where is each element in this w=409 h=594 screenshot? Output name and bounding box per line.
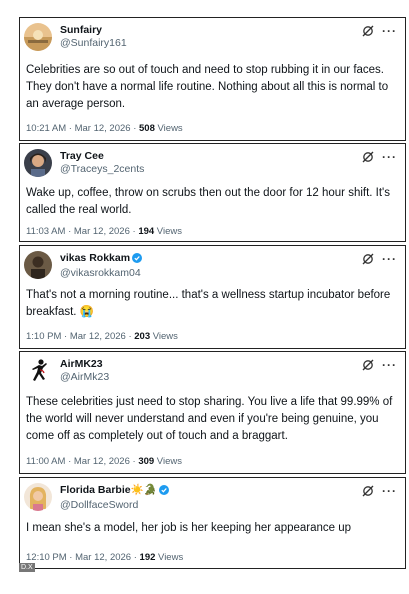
more-options-icon[interactable]: ··· [382,151,397,163]
views-label: Views [154,226,182,237]
tweet-text: Celebrities are so out of touch and need… [26,64,389,110]
avatar[interactable] [24,357,52,385]
display-name[interactable]: AirMK23 [60,358,109,371]
tweet-meta: 10:21 AM · Mar 12, 2026 · 508 Views [26,123,399,135]
tweet-text: That's not a morning routine... that's a… [26,289,391,318]
views-label: Views [154,456,182,467]
reply-card[interactable]: Florida Barbie☀️🐊 @DollfaceSword ··· I m… [19,477,406,569]
tweet-text: I mean she's a model, her job is her kee… [26,522,352,534]
views-label: Views [155,552,184,563]
reply-card[interactable]: Sunfairy @Sunfairy161 ··· Celebrities ar… [19,17,406,141]
more-options-icon[interactable]: ··· [382,359,397,371]
grok-icon[interactable] [362,485,374,497]
view-count: 192 [139,552,156,563]
timestamp[interactable]: 11:00 AM · Mar 12, 2026 · [26,456,138,467]
verified-badge-icon [132,253,143,267]
tweet-meta: 1:10 PM · Mar 12, 2026 · 203 Views [26,331,399,343]
reply-card[interactable]: vikas Rokkam @vikasrokkam04 ··· That's n… [19,245,406,349]
avatar[interactable] [24,23,52,51]
tweet-text: Wake up, coffee, throw on scrubs then ou… [26,187,391,216]
timestamp[interactable]: 12:10 PM · Mar 12, 2026 · [26,552,140,563]
view-count: 508 [139,123,155,134]
reply-card[interactable]: AirMK23 @AirMk23 ··· These celebrities j… [19,351,406,474]
grok-icon[interactable] [362,359,374,371]
view-count: 309 [138,456,155,467]
display-name[interactable]: Tray Cee [60,150,144,163]
timestamp[interactable]: 10:21 AM · Mar 12, 2026 · [26,123,139,134]
timestamp[interactable]: 11:03 AM · Mar 12, 2026 · [26,226,138,237]
view-count: 203 [134,331,151,342]
grok-icon[interactable] [362,151,374,163]
timestamp[interactable]: 1:10 PM · Mar 12, 2026 · [26,331,134,342]
tweet-meta: 11:03 AM · Mar 12, 2026 · 194 Views [26,226,399,238]
tweet-meta: 11:00 AM · Mar 12, 2026 · 309 Views [26,456,399,468]
watermark: D.X [19,563,35,572]
verified-badge-icon [158,485,169,499]
user-handle[interactable]: @AirMk23 [60,371,109,384]
grok-icon[interactable] [362,253,374,265]
more-options-icon[interactable]: ··· [382,25,397,37]
avatar[interactable] [24,251,52,279]
user-handle[interactable]: @vikasrokkam04 [60,267,142,280]
view-count: 194 [138,226,155,237]
tweet-meta: 12:10 PM · Mar 12, 2026 · 192 Views [26,552,399,564]
user-handle[interactable]: @DollfaceSword [60,499,169,512]
views-label: Views [150,331,178,342]
views-label: Views [154,123,183,134]
more-options-icon[interactable]: ··· [382,253,397,265]
display-name[interactable]: Sunfairy [60,24,127,37]
avatar[interactable] [24,149,52,177]
avatar[interactable] [24,483,52,511]
user-handle[interactable]: @Traceys_2cents [60,163,144,176]
display-name[interactable]: Florida Barbie☀️🐊 [60,484,169,499]
tweet-text: These celebrities just need to stop shar… [26,396,393,442]
display-name[interactable]: vikas Rokkam [60,252,143,267]
reply-card[interactable]: Tray Cee @Traceys_2cents ··· Wake up, co… [19,143,406,242]
more-options-icon[interactable]: ··· [382,485,397,497]
grok-icon[interactable] [362,25,374,37]
user-handle[interactable]: @Sunfairy161 [60,37,127,50]
